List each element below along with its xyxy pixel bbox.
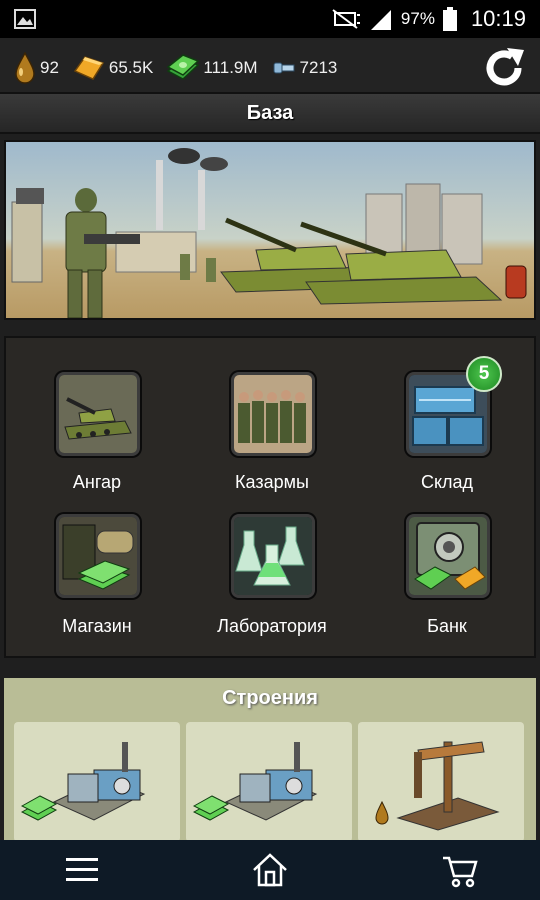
resource-bolts[interactable]: 7213 xyxy=(272,57,338,79)
menu-label: Лаборатория xyxy=(217,616,327,636)
cash-stack-icon xyxy=(167,54,200,80)
menu-item-warehouse[interactable]: Склад xyxy=(362,338,532,492)
status-bar: 97% 10:19 xyxy=(0,0,540,38)
buildings-header: Строения xyxy=(4,678,536,718)
factory-cash-icon xyxy=(192,742,318,821)
menu-item-shop[interactable]: Магазин xyxy=(12,482,182,636)
safe-icon xyxy=(406,514,490,598)
bolt-icon xyxy=(273,62,295,74)
base-scene-illustration xyxy=(11,148,527,318)
battery-icon xyxy=(442,7,457,31)
resource-value: 65.5K xyxy=(108,58,154,77)
oil-drop-icon xyxy=(15,52,35,84)
clock: 10:19 xyxy=(470,6,526,31)
factory-cash-icon xyxy=(20,742,146,821)
building-card-factory-2[interactable] xyxy=(186,722,352,842)
home-icon[interactable] xyxy=(250,850,290,890)
resource-bar: 92 65.5K 111.9M 7213 xyxy=(0,38,540,98)
gallery-icon xyxy=(14,9,36,29)
buildings-section: Строения xyxy=(4,678,536,842)
base-banner xyxy=(4,140,536,320)
resource-gold[interactable]: 65.5K xyxy=(73,53,153,83)
menu-item-laboratory[interactable]: Лаборатория xyxy=(187,482,357,636)
base-menu-panel: Ангар Казармы Склад Магазин Лаборатория … xyxy=(4,336,536,658)
bottom-nav xyxy=(0,840,540,900)
resource-cash[interactable]: 111.9M xyxy=(167,53,258,83)
menu-label: Магазин xyxy=(62,616,132,636)
mute-icon xyxy=(332,9,360,29)
resource-value: 7213 xyxy=(299,58,338,77)
warehouse-badge: 5 xyxy=(466,356,502,392)
battery-percent: 97% xyxy=(400,9,435,28)
menu-item-barracks[interactable]: Казармы xyxy=(187,338,357,492)
building-card-oil-pump[interactable] xyxy=(358,722,524,842)
resource-oil[interactable]: 92 xyxy=(14,52,59,84)
menu-icon[interactable] xyxy=(62,850,102,890)
soldiers-icon xyxy=(231,372,315,456)
gold-bar-icon xyxy=(73,56,105,80)
base-header: База xyxy=(0,92,540,134)
menu-item-bank[interactable]: Банк xyxy=(362,482,532,636)
menu-label: Банк xyxy=(427,616,467,636)
building-card-factory-1[interactable] xyxy=(14,722,180,842)
tank-icon xyxy=(56,372,140,456)
section-title: Строения xyxy=(222,686,318,709)
menu-item-hangar[interactable]: Ангар xyxy=(12,338,182,492)
resource-value: 92 xyxy=(40,58,59,77)
page-title: База xyxy=(246,101,294,124)
flasks-icon xyxy=(231,514,315,598)
cart-icon[interactable] xyxy=(440,850,480,890)
ammo-shop-icon xyxy=(56,514,140,598)
resource-value: 111.9M xyxy=(203,58,258,77)
refresh-icon[interactable] xyxy=(480,44,528,92)
oil-pump-icon xyxy=(375,741,500,831)
signal-icon xyxy=(370,10,391,30)
